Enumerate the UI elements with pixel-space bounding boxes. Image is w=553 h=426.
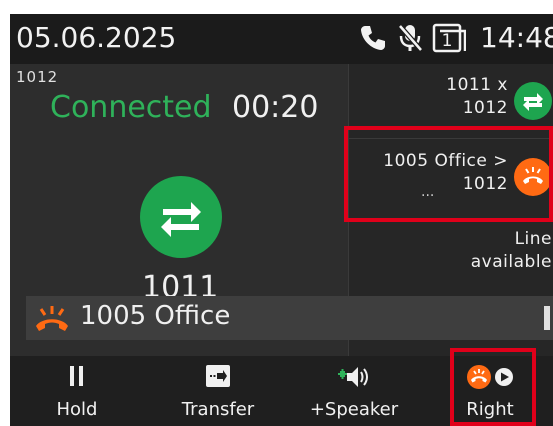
status-date: 05.06.2025 — [16, 21, 177, 54]
line-badge: 1 — [442, 31, 453, 51]
speaker-plus-icon — [338, 367, 368, 387]
speaker-label: +Speaker — [309, 399, 399, 420]
incoming-caller-name: 1005 Office — [80, 301, 231, 331]
line-label: Line — [514, 229, 552, 249]
highlight-right-softkey — [450, 348, 536, 426]
status-bar: 05.06.2025 1 14:48 — [10, 14, 553, 64]
transfer-arrows-icon — [514, 82, 552, 120]
hold-label: Hold — [56, 399, 98, 420]
highlight-incoming-line — [344, 126, 553, 222]
call-state: Connected — [50, 90, 212, 125]
line-entry-callee: 1012 — [462, 98, 508, 118]
status-time: 14:48 — [480, 21, 553, 54]
line-entry-available[interactable]: Line available — [349, 218, 553, 284]
scroll-edge — [544, 306, 550, 330]
status-icons: 1 — [358, 22, 466, 54]
line-entry-text: 1011 x 1012 — [446, 74, 508, 120]
hold-button[interactable]: Hold — [32, 356, 122, 426]
mic-muted-icon — [398, 24, 423, 52]
incoming-call-notification[interactable]: 1005 Office — [26, 296, 553, 340]
transfer-arrows-icon — [140, 176, 222, 258]
ringing-phone-icon — [34, 304, 70, 338]
transfer-label: Transfer — [181, 399, 255, 420]
line-status: available — [470, 252, 552, 272]
line-1-icon: 1 — [432, 23, 466, 53]
call-timer: 00:20 — [232, 90, 319, 125]
transfer-button[interactable]: Transfer — [170, 356, 266, 426]
pause-icon — [70, 366, 83, 386]
line-entry-caller: 1011 x — [446, 75, 508, 95]
local-line-number: 1012 — [16, 68, 59, 86]
phone-icon — [361, 26, 385, 50]
transfer-icon — [206, 365, 230, 387]
line-entry-text: Line available — [471, 228, 552, 274]
add-speaker-button[interactable]: +Speaker — [300, 356, 408, 426]
phone-screen: 05.06.2025 1 14:48 1012 Connected 00:20 — [10, 14, 553, 426]
